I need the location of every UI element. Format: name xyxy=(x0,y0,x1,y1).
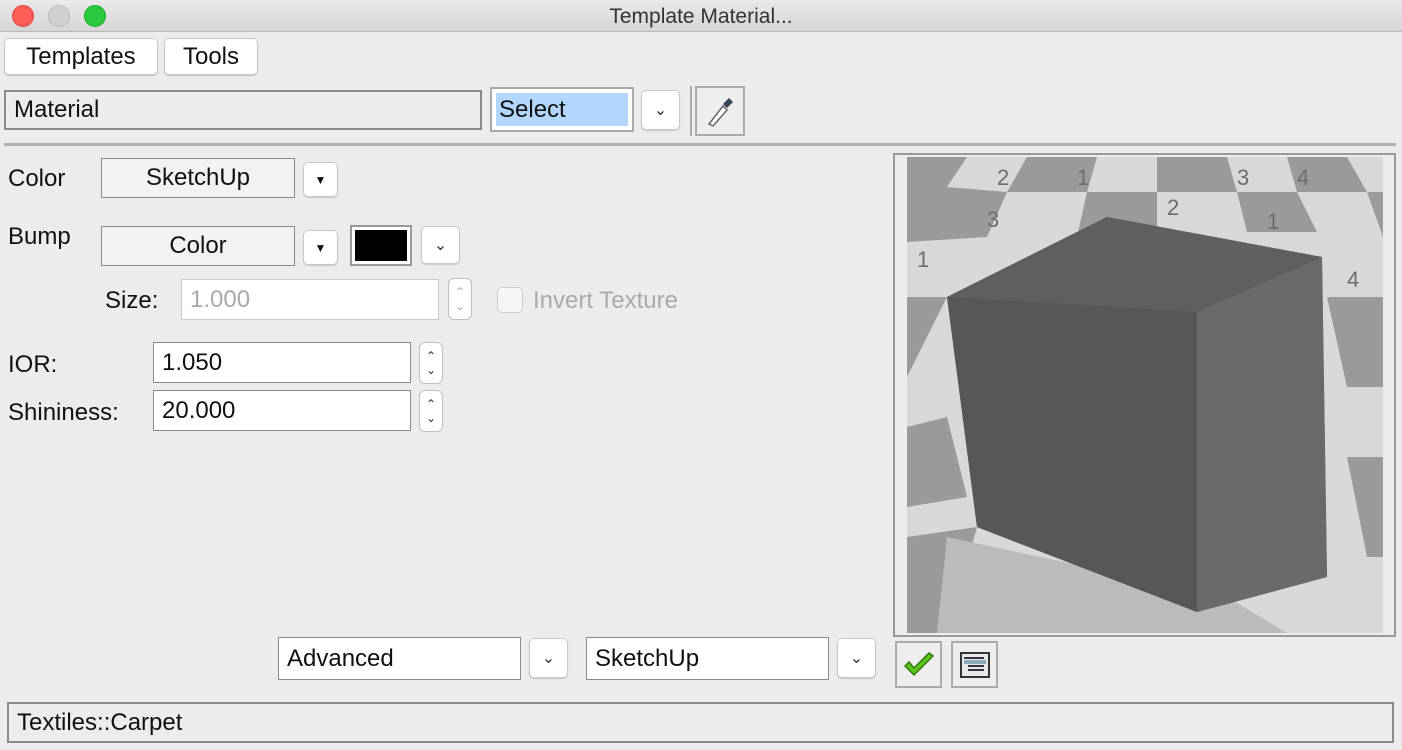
ior-label: IOR: xyxy=(8,351,58,378)
svg-text:1: 1 xyxy=(1267,209,1279,234)
material-name-field[interactable]: Material xyxy=(4,90,482,130)
shininess-stepper[interactable]: ⌃ ⌄ xyxy=(419,390,443,432)
size-stepper[interactable]: ⌃ ⌄ xyxy=(448,278,472,320)
mode-combo[interactable]: Advanced xyxy=(278,637,521,680)
bump-color-dropdown[interactable]: ⌄ xyxy=(421,226,460,264)
ior-stepper[interactable]: ⌃ ⌄ xyxy=(419,342,443,384)
bump-dropdown-button[interactable]: ▼ xyxy=(303,230,338,265)
preview-image: 2 123 43 141 xyxy=(907,157,1383,633)
renderer-dropdown-button[interactable]: ⌄ xyxy=(837,638,876,678)
mode-dropdown-button[interactable]: ⌄ xyxy=(529,638,568,678)
list-button[interactable] xyxy=(951,641,998,688)
separator xyxy=(690,86,692,136)
swatch-fill xyxy=(355,230,407,261)
title-bar: Template Material... xyxy=(0,0,1402,32)
color-dropdown-button[interactable]: ▼ xyxy=(303,162,338,197)
bump-combo[interactable]: Color xyxy=(101,226,295,266)
svg-text:4: 4 xyxy=(1297,165,1309,190)
apply-button[interactable] xyxy=(895,641,942,688)
invert-texture-checkbox[interactable] xyxy=(497,287,523,313)
shininess-label: Shininess: xyxy=(8,399,119,426)
tab-templates[interactable]: Templates xyxy=(4,38,158,75)
svg-text:1: 1 xyxy=(917,247,929,272)
size-label: Size: xyxy=(105,287,159,314)
tab-tools[interactable]: Tools xyxy=(164,38,258,75)
checkmark-icon xyxy=(903,651,934,676)
material-preview: 212343141 xyxy=(893,153,1396,637)
svg-text:1: 1 xyxy=(1077,165,1089,190)
eyedropper-icon xyxy=(707,98,733,127)
svg-text:3: 3 xyxy=(1237,165,1249,190)
eyedropper-button[interactable] xyxy=(695,86,745,136)
svg-text:2: 2 xyxy=(997,165,1009,190)
divider xyxy=(4,143,1396,146)
color-combo[interactable]: SketchUp xyxy=(101,158,295,198)
select-field[interactable]: Select xyxy=(490,87,634,132)
window-title: Template Material... xyxy=(609,5,793,28)
svg-text:3: 3 xyxy=(987,207,999,232)
size-input[interactable]: 1.000 xyxy=(181,279,439,320)
select-value: Select xyxy=(496,93,628,126)
list-icon xyxy=(959,651,990,678)
bump-color-swatch[interactable] xyxy=(350,225,412,266)
color-label: Color xyxy=(8,165,66,192)
status-field: Textiles::Carpet xyxy=(7,702,1394,743)
renderer-combo[interactable]: SketchUp xyxy=(586,637,829,680)
svg-text:2: 2 xyxy=(1167,195,1179,220)
bump-label: Bump xyxy=(8,223,71,250)
invert-texture-label: Invert Texture xyxy=(533,287,678,314)
svg-text:4: 4 xyxy=(1347,267,1359,292)
shininess-input[interactable]: 20.000 xyxy=(153,390,411,431)
ior-input[interactable]: 1.050 xyxy=(153,342,411,383)
select-dropdown-button[interactable]: ⌄ xyxy=(641,90,680,130)
